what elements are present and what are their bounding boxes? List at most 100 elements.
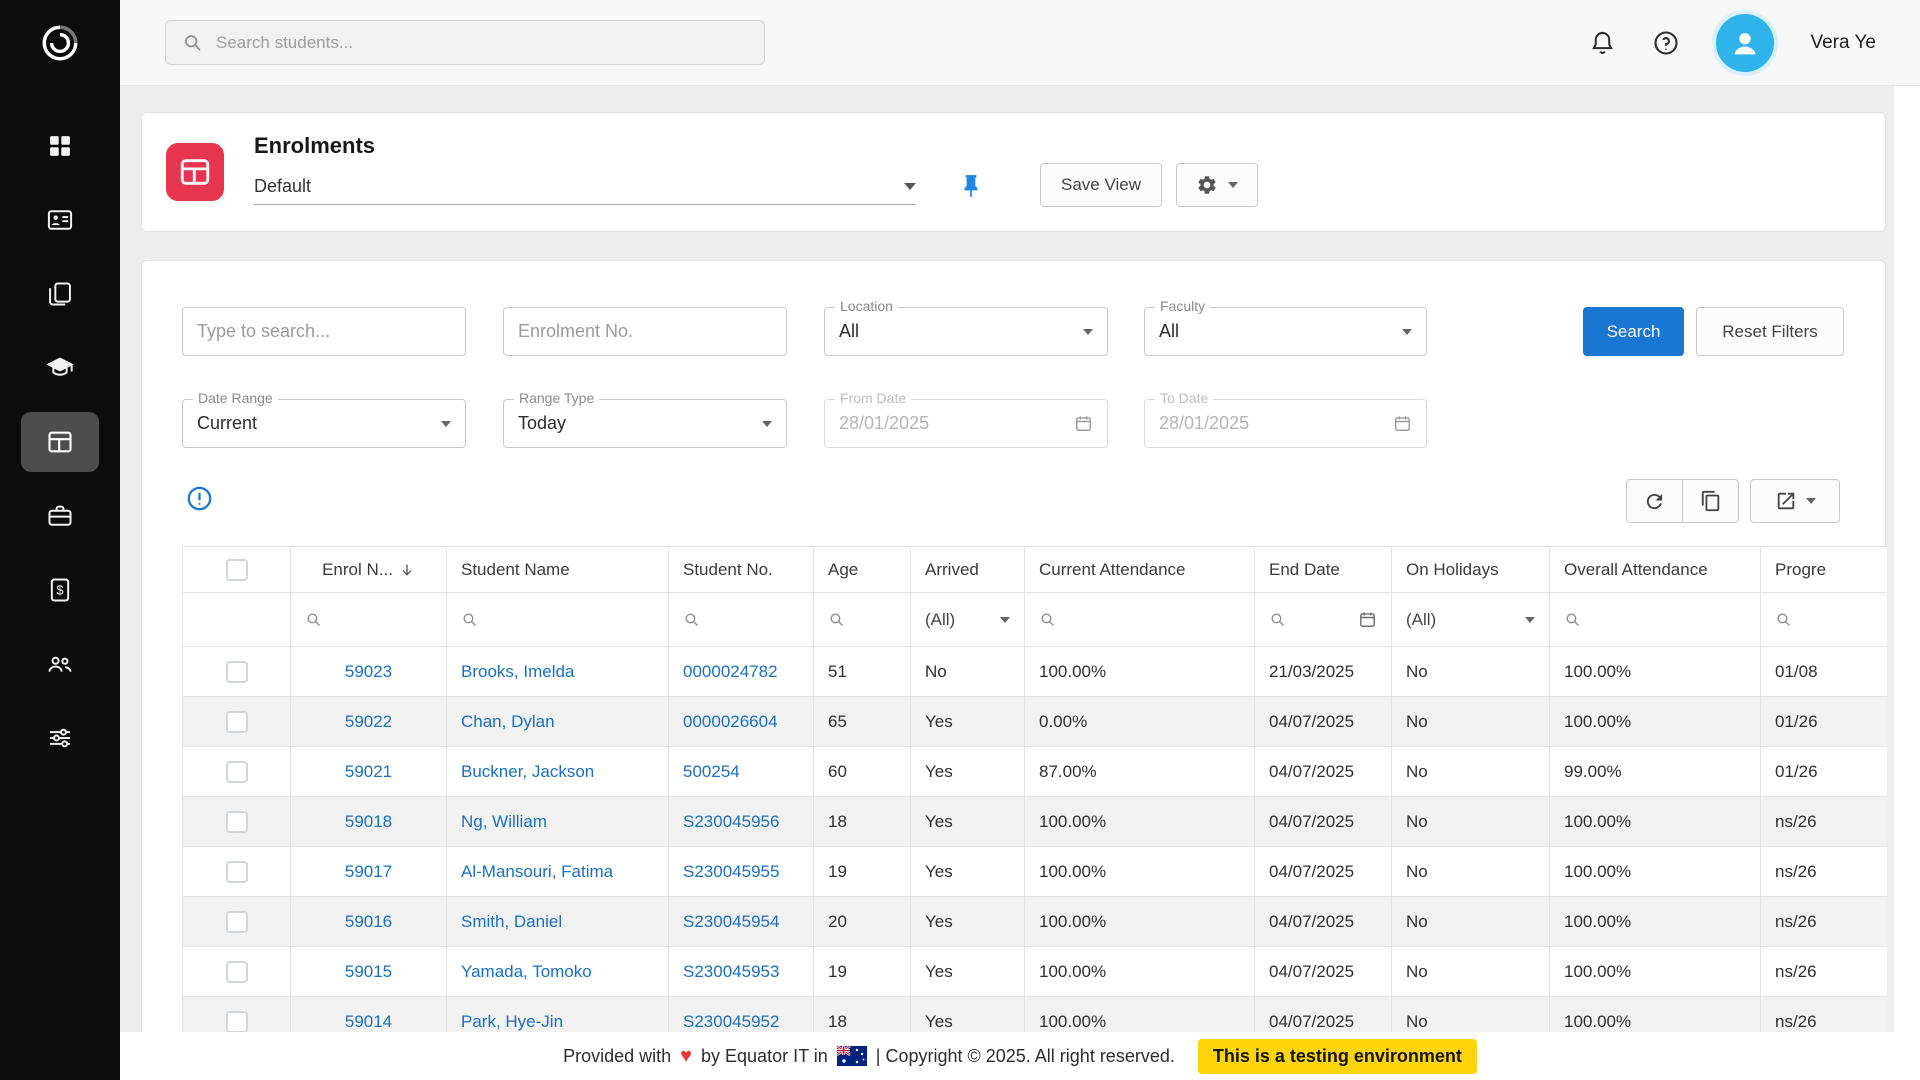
student-no-link[interactable]: 500254 (683, 762, 740, 781)
info-button[interactable] (186, 485, 213, 515)
copy-icon (1700, 490, 1722, 512)
duplicate-button[interactable] (1682, 479, 1739, 523)
sidebar-item-billing[interactable]: $ (21, 560, 99, 620)
sidebar-item-dashboard[interactable] (21, 116, 99, 176)
row-checkbox[interactable] (226, 711, 248, 733)
enrol-no-link[interactable]: 59021 (345, 762, 392, 781)
info-icon (186, 485, 213, 512)
student-no-link[interactable]: S230045953 (683, 962, 779, 981)
enrol-no-link[interactable]: 59014 (345, 1012, 392, 1031)
filter-on-holidays[interactable]: (All) (1392, 593, 1550, 647)
student-name-link[interactable]: Smith, Daniel (461, 912, 562, 931)
filter-arrived[interactable]: (All) (911, 593, 1025, 647)
table-row[interactable]: 59015 Yamada, Tomoko S230045953 19 Yes 1… (183, 947, 1888, 997)
location-select[interactable]: Location All (824, 307, 1108, 356)
column-header-arrived[interactable]: Arrived (911, 547, 1025, 593)
filter-age[interactable] (814, 593, 911, 647)
quick-search-input[interactable] (197, 321, 451, 342)
enrol-no-link[interactable]: 59015 (345, 962, 392, 981)
faculty-select[interactable]: Faculty All (1144, 307, 1427, 356)
column-header-student-name[interactable]: Student Name (447, 547, 669, 593)
student-name-link[interactable]: Buckner, Jackson (461, 762, 594, 781)
table-row[interactable]: 59016 Smith, Daniel S230045954 20 Yes 10… (183, 897, 1888, 947)
student-no-link[interactable]: 0000024782 (683, 662, 778, 681)
reset-filters-button[interactable]: Reset Filters (1696, 307, 1844, 356)
table-row[interactable]: 59017 Al-Mansouri, Fatima S230045955 19 … (183, 847, 1888, 897)
enrol-no-link[interactable]: 59022 (345, 712, 392, 731)
student-no-link[interactable]: 0000026604 (683, 712, 778, 731)
table-row[interactable]: 59018 Ng, William S230045956 18 Yes 100.… (183, 797, 1888, 847)
refresh-button[interactable] (1626, 479, 1683, 523)
filter-student-name[interactable] (447, 593, 669, 647)
student-no-link[interactable]: S230045952 (683, 1012, 779, 1031)
scrollbar-track[interactable] (1894, 86, 1920, 1080)
student-no-link[interactable]: S230045954 (683, 912, 779, 931)
current-attendance-cell: 100.00% (1025, 897, 1255, 947)
student-name-link[interactable]: Chan, Dylan (461, 712, 555, 731)
sidebar-item-people[interactable] (21, 634, 99, 694)
range-type-select[interactable]: Range Type Today (503, 399, 787, 448)
enrol-no-link[interactable]: 59018 (345, 812, 392, 831)
filter-enrol-no[interactable] (291, 593, 447, 647)
student-name-link[interactable]: Al-Mansouri, Fatima (461, 862, 613, 881)
enrol-no-link[interactable]: 59023 (345, 662, 392, 681)
row-checkbox[interactable] (226, 911, 248, 933)
to-date-label: To Date (1155, 391, 1213, 405)
row-checkbox[interactable] (226, 861, 248, 883)
save-view-button[interactable]: Save View (1040, 163, 1162, 207)
view-selector[interactable]: Default (254, 169, 916, 205)
row-checkbox[interactable] (226, 1011, 248, 1033)
user-avatar[interactable] (1716, 14, 1774, 72)
enrolment-no-input[interactable] (518, 321, 772, 342)
column-header-end-date[interactable]: End Date (1255, 547, 1392, 593)
export-icon (1775, 490, 1797, 512)
app-logo[interactable] (0, 0, 120, 86)
column-header-enrol-no[interactable]: Enrol N... (291, 547, 447, 593)
sidebar-item-contacts[interactable] (21, 190, 99, 250)
notifications-button[interactable] (1589, 29, 1616, 56)
export-button[interactable] (1750, 479, 1840, 523)
filter-current-attendance[interactable] (1025, 593, 1255, 647)
help-button[interactable] (1652, 29, 1680, 57)
search-input[interactable] (165, 20, 765, 65)
student-no-cell: 0000026604 (669, 697, 814, 747)
enrol-no-link[interactable]: 59017 (345, 862, 392, 881)
column-header-progress[interactable]: Progre (1761, 547, 1888, 593)
sidebar-item-settings[interactable] (21, 708, 99, 768)
table-row[interactable]: 59021 Buckner, Jackson 500254 60 Yes 87.… (183, 747, 1888, 797)
filter-overall-attendance[interactable] (1550, 593, 1761, 647)
row-checkbox[interactable] (226, 811, 248, 833)
row-checkbox[interactable] (226, 761, 248, 783)
student-name-link[interactable]: Ng, William (461, 812, 547, 831)
date-range-select[interactable]: Date Range Current (182, 399, 466, 448)
view-settings-button[interactable] (1176, 163, 1258, 207)
sidebar-item-briefcase[interactable] (21, 486, 99, 546)
student-no-link[interactable]: S230045956 (683, 812, 779, 831)
table-row[interactable]: 59023 Brooks, Imelda 0000024782 51 No 10… (183, 647, 1888, 697)
sidebar-item-documents[interactable] (21, 264, 99, 324)
select-all-checkbox[interactable] (226, 559, 248, 581)
sidebar-item-enrolments[interactable] (21, 412, 99, 472)
sidebar-item-education[interactable] (21, 338, 99, 398)
enrol-no-link[interactable]: 59016 (345, 912, 392, 931)
search-button[interactable]: Search (1583, 307, 1684, 356)
quick-search-field[interactable] (182, 307, 466, 356)
student-name-link[interactable]: Park, Hye-Jin (461, 1012, 563, 1031)
on-holidays-cell: No (1392, 897, 1550, 947)
filter-student-no[interactable] (669, 593, 814, 647)
filter-progress[interactable] (1761, 593, 1888, 647)
column-header-age[interactable]: Age (814, 547, 911, 593)
column-header-current-attendance[interactable]: Current Attendance (1025, 547, 1255, 593)
row-checkbox[interactable] (226, 961, 248, 983)
student-no-link[interactable]: S230045955 (683, 862, 779, 881)
pin-view-button[interactable] (950, 165, 992, 207)
row-checkbox[interactable] (226, 661, 248, 683)
column-header-on-holidays[interactable]: On Holidays (1392, 547, 1550, 593)
column-header-overall-attendance[interactable]: Overall Attendance (1550, 547, 1761, 593)
student-name-link[interactable]: Brooks, Imelda (461, 662, 574, 681)
filter-end-date[interactable] (1255, 593, 1392, 647)
student-name-link[interactable]: Yamada, Tomoko (461, 962, 592, 981)
column-header-student-no[interactable]: Student No. (669, 547, 814, 593)
enrolment-no-field[interactable] (503, 307, 787, 356)
table-row[interactable]: 59022 Chan, Dylan 0000026604 65 Yes 0.00… (183, 697, 1888, 747)
